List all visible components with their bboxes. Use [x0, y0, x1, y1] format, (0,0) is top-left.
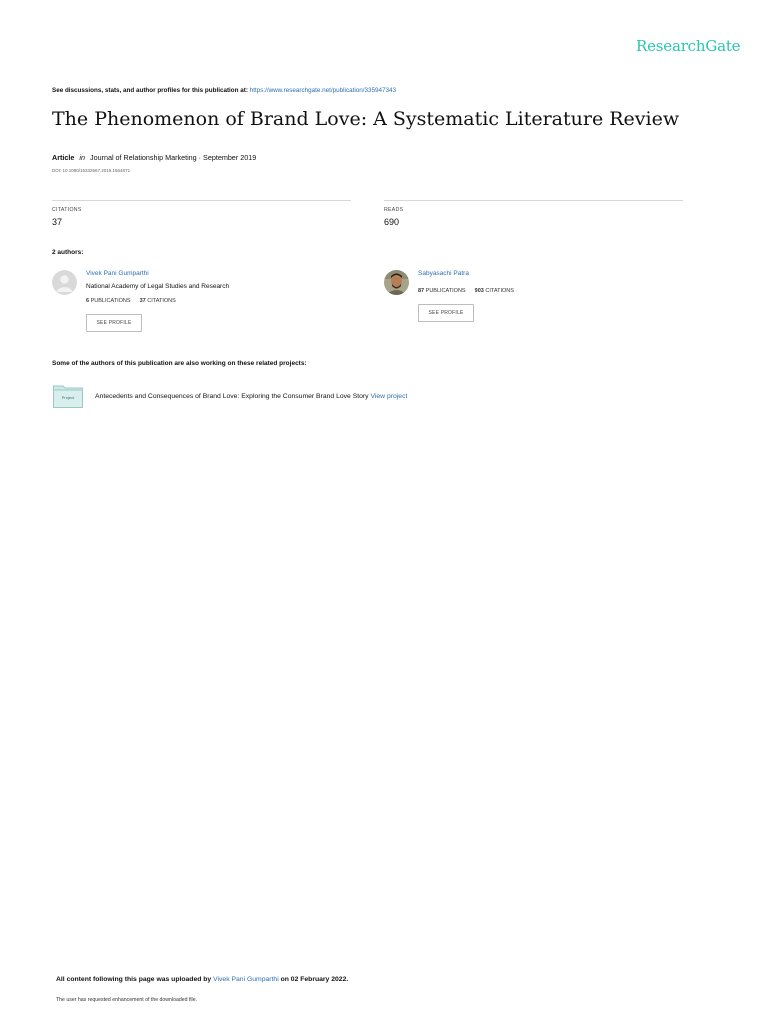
avatar-vivek[interactable] — [52, 270, 77, 295]
project-folder-label: Project — [61, 395, 75, 400]
publications-count: 87 — [418, 288, 425, 294]
reads-label: READS — [384, 207, 404, 213]
author-institution-vivek[interactable]: National Academy of Legal Studies and Re… — [86, 283, 229, 290]
projects-heading: Some of the authors of this publication … — [52, 360, 307, 367]
see-profile-button-sabyasachi[interactable]: SEE PROFILE — [418, 304, 474, 322]
see-profile-button-vivek[interactable]: SEE PROFILE — [86, 314, 142, 332]
discussions-line: See discussions, stats, and author profi… — [52, 87, 396, 94]
default-avatar-icon — [52, 270, 77, 295]
project-item: Antecedents and Consequences of Brand Lo… — [95, 393, 407, 400]
paper-meta: Article in Journal of Relationship Marke… — [52, 153, 256, 162]
reads-divider — [384, 200, 683, 201]
citations-label: CITATIONS — [147, 298, 176, 304]
reads-value: 690 — [384, 217, 400, 227]
paper-title: The Phenomenon of Brand Love: A Systemat… — [52, 108, 680, 130]
authors-heading: 2 authors: — [52, 249, 84, 256]
citations-label: CITATIONS — [52, 207, 82, 213]
journal-date[interactable]: Journal of Relationship Marketing · Sept… — [90, 153, 256, 162]
author-name-sabyasachi[interactable]: Sabyasachi Patra — [418, 270, 469, 277]
researchgate-logo[interactable]: ResearchGate — [636, 37, 741, 55]
citations-count: 37 — [139, 298, 146, 304]
article-type: Article — [52, 153, 75, 162]
project-folder-icon[interactable]: Project — [53, 384, 83, 408]
uploader-link[interactable]: Vivek Pani Gumparthi — [213, 976, 279, 983]
download-note: The user has requested enhancement of th… — [56, 997, 198, 1003]
publication-url-link[interactable]: https://www.researchgate.net/publication… — [250, 87, 396, 94]
discussions-label: See discussions, stats, and author profi… — [52, 87, 248, 94]
doi[interactable]: DOI: 10.1080/15332667.2019.1664871 — [52, 168, 130, 173]
author-stats-sabyasachi: 87 PUBLICATIONS 903 CITATIONS — [418, 288, 514, 294]
upload-footer: All content following this page was uplo… — [56, 976, 348, 983]
publications-label: PUBLICATIONS — [90, 298, 131, 304]
citations-count: 903 — [474, 288, 484, 294]
avatar-sabyasachi[interactable] — [384, 270, 409, 295]
uploaded-label: All content following this page was uplo… — [56, 976, 212, 983]
author-name-vivek[interactable]: Vivek Pani Gumparthi — [86, 270, 149, 277]
project-title: Antecedents and Consequences of Brand Lo… — [95, 393, 369, 400]
publications-label: PUBLICATIONS — [425, 288, 466, 294]
uploaded-date: on 02 February 2022. — [280, 976, 349, 983]
citations-label: CITATIONS — [485, 288, 514, 294]
citations-value: 37 — [52, 217, 63, 227]
citations-divider — [52, 200, 351, 201]
publications-count: 6 — [86, 298, 90, 304]
in-label: in — [79, 153, 85, 162]
author-stats-vivek: 6 PUBLICATIONS 37 CITATIONS — [86, 298, 176, 304]
author-photo-icon — [384, 270, 409, 295]
view-project-link[interactable]: View project — [370, 393, 407, 400]
